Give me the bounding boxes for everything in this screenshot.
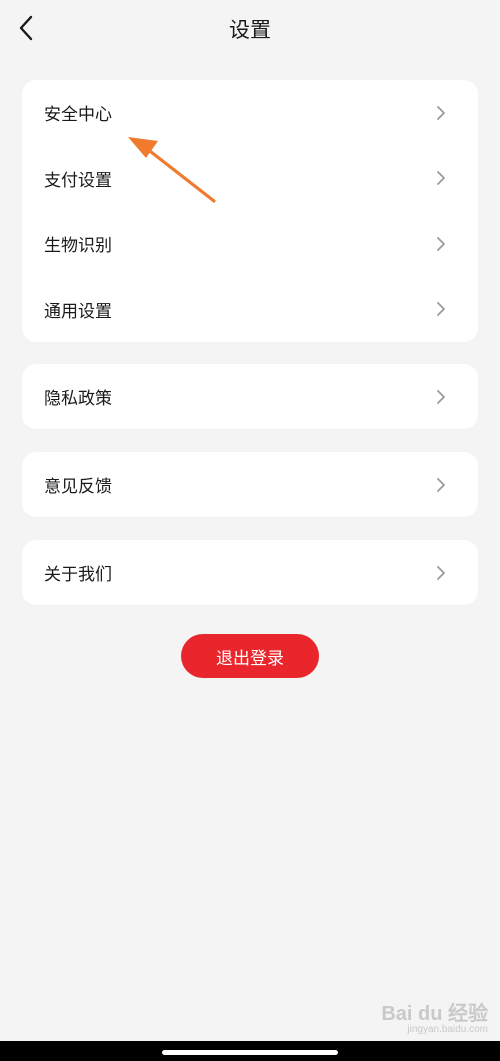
chevron-right-icon [437, 236, 445, 251]
settings-item-label: 生物识别 [44, 236, 112, 257]
settings-item-label: 意见反馈 [44, 477, 112, 497]
chevron-right-icon [437, 389, 445, 404]
watermark: Bai du 经验 jingyan.baidu.com [381, 997, 488, 1035]
chevron-right-icon [437, 171, 445, 186]
chevron-right-icon [437, 565, 445, 580]
settings-item-label: 隐私政策 [44, 389, 112, 409]
settings-group-about: 关于我们 [22, 540, 478, 605]
system-navigation-bar [0, 1041, 500, 1061]
settings-group-privacy: 隐私政策 [22, 364, 478, 429]
settings-item-payment[interactable]: 支付设置 [22, 146, 478, 212]
settings-group-feedback: 意见反馈 [22, 452, 478, 517]
settings-item-label: 通用设置 [44, 301, 112, 322]
logout-button[interactable]: 退出登录 [181, 634, 319, 678]
settings-item-about-us[interactable]: 关于我们 [22, 540, 478, 605]
settings-item-label: 支付设置 [44, 170, 112, 191]
chevron-right-icon [437, 302, 445, 317]
top-nav-bar: 设置 [0, 0, 500, 56]
settings-item-label: 关于我们 [44, 565, 112, 585]
settings-group-main: 安全中心 支付设置 生物识别 通用设置 [22, 80, 478, 342]
settings-item-security-center[interactable]: 安全中心 [22, 80, 478, 146]
settings-item-label: 安全中心 [44, 105, 112, 126]
settings-item-privacy-policy[interactable]: 隐私政策 [22, 364, 478, 429]
page-title: 设置 [229, 18, 271, 42]
chevron-right-icon [437, 105, 445, 120]
settings-item-biometrics[interactable]: 生物识别 [22, 211, 478, 277]
settings-item-general[interactable]: 通用设置 [22, 277, 478, 343]
settings-item-feedback[interactable]: 意见反馈 [22, 452, 478, 517]
chevron-right-icon [437, 477, 445, 492]
watermark-logo: Bai du 经验 [381, 1003, 488, 1025]
home-indicator[interactable] [162, 1050, 338, 1055]
